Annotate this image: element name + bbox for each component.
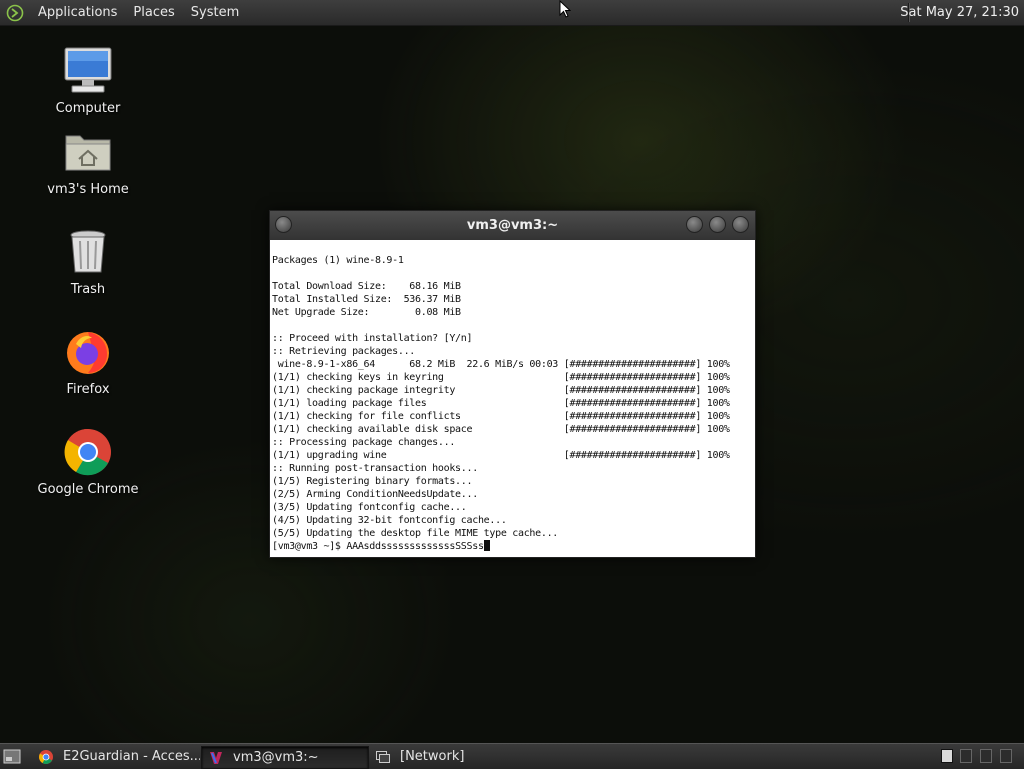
terminal-line: :: Proceed with installation? [Y/n] — [272, 332, 753, 345]
desktop-icon-label: Firefox — [66, 382, 109, 397]
desktop-icon-label: Computer — [56, 101, 121, 116]
terminal-line: Total Download Size: 68.16 MiB — [272, 280, 753, 293]
firefox-icon — [62, 326, 114, 378]
terminal-line: wine-8.9-1-x86_64 68.2 MiB 22.6 MiB/s 00… — [272, 358, 753, 371]
terminal-line: :: Retrieving packages... — [272, 345, 753, 358]
desktop-icon-home[interactable]: vm3's Home — [23, 126, 153, 197]
desktop-icon-trash[interactable]: Trash — [23, 226, 153, 297]
terminal-line: (5/5) Updating the desktop file MIME typ… — [272, 527, 753, 540]
terminal-line: (2/5) Arming ConditionNeedsUpdate... — [272, 488, 753, 501]
desktop-icon-label: Google Chrome — [38, 482, 139, 497]
terminal-line: (1/1) checking keys in keyring [########… — [272, 371, 753, 384]
terminal-line — [272, 319, 753, 332]
workspace-4[interactable] — [1000, 749, 1012, 763]
chrome-icon — [62, 426, 114, 478]
terminal-window[interactable]: vm3@vm3:~ Packages (1) wine-8.9-1 Total … — [269, 210, 756, 558]
terminal-line: (1/5) Registering binary formats... — [272, 475, 753, 488]
window-icon — [375, 749, 391, 765]
taskbar-item-terminal[interactable]: vm3@vm3:~ — [201, 746, 369, 769]
menu-system[interactable]: System — [183, 0, 247, 25]
taskbar-item-label: vm3@vm3:~ — [233, 747, 319, 768]
window-titlebar[interactable]: vm3@vm3:~ — [270, 211, 755, 240]
distro-logo-icon[interactable] — [6, 4, 24, 22]
workspace-1[interactable] — [941, 749, 953, 763]
terminal-line: (1/1) upgrading wine [##################… — [272, 449, 753, 462]
taskbar-item-network[interactable]: [Network] — [369, 746, 549, 767]
terminal-line: Total Installed Size: 536.37 MiB — [272, 293, 753, 306]
taskbar-item-label: [Network] — [400, 746, 464, 767]
workspace-2[interactable] — [960, 749, 972, 763]
home-folder-icon — [62, 126, 114, 178]
clock[interactable]: Sat May 27, 21:30 — [900, 0, 1019, 25]
terminal-prompt: [vm3@vm3 ~]$ — [272, 541, 346, 552]
workspace-3[interactable] — [980, 749, 992, 763]
terminal-prompt-line[interactable]: [vm3@vm3 ~]$ AAAsddsssssssssssssSSSss — [272, 540, 753, 553]
desktop-icon-computer[interactable]: Computer — [23, 45, 153, 116]
top-panel: Applications Places System Sat May 27, 2… — [0, 0, 1024, 26]
taskbar-item-browser[interactable]: E2Guardian - Acces... — [32, 746, 200, 767]
window-menu-button[interactable] — [275, 216, 292, 233]
terminal-line: (4/5) Updating 32-bit fontconfig cache..… — [272, 514, 753, 527]
terminal-line: Net Upgrade Size: 0.08 MiB — [272, 306, 753, 319]
terminal-line: (3/5) Updating fontconfig cache... — [272, 501, 753, 514]
desktop-icon-chrome[interactable]: Google Chrome — [23, 426, 153, 497]
maximize-button[interactable] — [709, 216, 726, 233]
menu-places[interactable]: Places — [125, 0, 182, 25]
desktop-icon-label: Trash — [71, 282, 105, 297]
menu-applications[interactable]: Applications — [30, 0, 125, 25]
terminal-line: (1/1) checking for file conflicts [#####… — [272, 410, 753, 423]
mouse-pointer-icon — [559, 0, 571, 18]
chrome-icon — [38, 749, 54, 765]
terminal-line: (1/1) checking package integrity [######… — [272, 384, 753, 397]
close-button[interactable] — [732, 216, 749, 233]
terminal-line: (1/1) loading package files [###########… — [272, 397, 753, 410]
computer-icon — [62, 45, 114, 97]
desktop-icon-firefox[interactable]: Firefox — [23, 326, 153, 397]
taskbar-item-label: E2Guardian - Acces... — [63, 746, 200, 767]
terminal-line: :: Processing package changes... — [272, 436, 753, 449]
window-title: vm3@vm3:~ — [467, 218, 558, 233]
terminal-input[interactable]: AAAsddsssssssssssssSSSss — [346, 541, 483, 552]
terminal-line: :: Running post-transaction hooks... — [272, 462, 753, 475]
terminal-line — [272, 267, 753, 280]
terminal-cursor — [484, 540, 490, 551]
terminal-output[interactable]: Packages (1) wine-8.9-1 Total Download S… — [270, 240, 755, 557]
terminal-line: Packages (1) wine-8.9-1 — [272, 254, 753, 267]
terminal-icon — [208, 750, 224, 766]
bottom-panel: E2Guardian - Acces... vm3@vm3:~ [Network… — [0, 743, 1024, 769]
minimize-button[interactable] — [686, 216, 703, 233]
terminal-line: (1/1) checking available disk space [###… — [272, 423, 753, 436]
desktop-icon-label: vm3's Home — [47, 182, 129, 197]
trash-icon — [62, 226, 114, 278]
show-desktop-icon[interactable] — [3, 749, 21, 764]
